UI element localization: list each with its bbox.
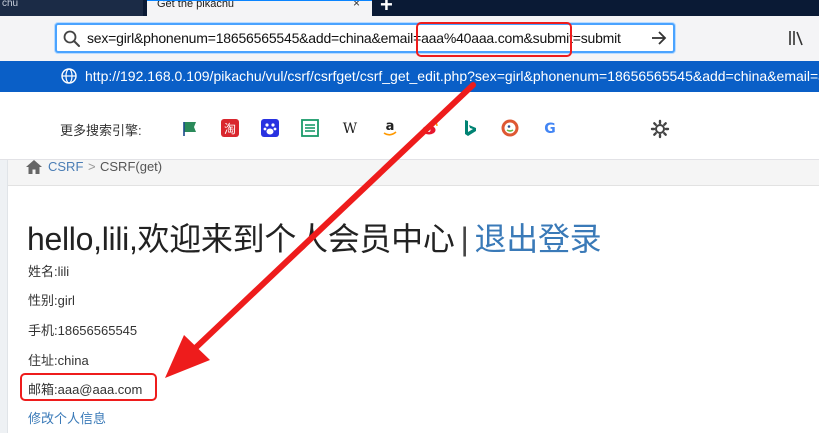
search-engines-label: 更多搜索引擎:	[60, 123, 142, 138]
svg-text:a: a	[386, 119, 395, 134]
new-tab-icon[interactable]: +	[380, 0, 393, 16]
blind-flag-icon[interactable]	[181, 118, 201, 138]
tab-previous[interactable]: chu	[0, 0, 143, 16]
email-highlight-box	[20, 373, 157, 401]
taobao-icon[interactable]: 淘	[220, 118, 240, 138]
home-icon[interactable]	[26, 160, 42, 174]
info-phone: 手机:18656565545	[28, 323, 138, 338]
suggestion-url: http://192.168.0.109/pikachu/vul/csrf/cs…	[85, 68, 819, 84]
info-name: 姓名:lili	[28, 264, 70, 279]
welcome-text: hello,lili,欢迎来到个人会员中心	[27, 221, 455, 257]
page-title: hello,lili,欢迎来到个人会员中心 | 退出登录	[27, 214, 602, 260]
tab-label: Get the pikachu	[157, 0, 235, 10]
wikipedia-icon[interactable]: W	[340, 118, 360, 138]
tab-close-icon[interactable]: ×	[353, 1, 360, 9]
url-suggestion[interactable]: http://192.168.0.109/pikachu/vul/csrf/cs…	[0, 61, 819, 92]
breadcrumb-link[interactable]: CSRF	[48, 159, 83, 174]
address-bar[interactable]: sex=girl&phonenum=18656565545&add=china&…	[55, 23, 675, 53]
svg-text:G: G	[544, 121, 556, 137]
title-divider: |	[460, 221, 469, 257]
google-icon[interactable]: G	[540, 118, 560, 138]
go-arrow-icon[interactable]	[649, 28, 669, 48]
screenshot-root: chu Get the pikachu × + sex=girl&phonenu…	[0, 0, 819, 433]
bing-icon[interactable]	[460, 118, 480, 138]
sidebar-edge	[0, 160, 8, 433]
weibo-icon[interactable]	[420, 118, 440, 138]
breadcrumb: CSRF > CSRF(get)	[8, 159, 819, 186]
svg-text:W: W	[343, 121, 358, 137]
info-sex: 性别:girl	[28, 293, 75, 308]
info-address: 住址:china	[28, 353, 89, 368]
url-highlight-box	[416, 22, 572, 57]
search-icon	[63, 30, 80, 47]
svg-text:淘: 淘	[224, 122, 236, 136]
search-engines-bar: 更多搜索引擎: 淘 W a G	[0, 92, 819, 160]
duckduckgo-icon[interactable]	[500, 118, 520, 138]
library-icon[interactable]	[786, 28, 806, 48]
book-icon[interactable]	[300, 118, 320, 138]
edit-profile-link[interactable]: 修改个人信息	[28, 408, 106, 427]
tab-strip: chu Get the pikachu × +	[0, 0, 819, 16]
gear-icon[interactable]	[650, 119, 670, 139]
logout-link[interactable]: 退出登录	[475, 221, 602, 257]
amazon-icon[interactable]: a	[380, 118, 400, 138]
breadcrumb-current: CSRF(get)	[100, 159, 163, 174]
tab-active[interactable]: Get the pikachu ×	[147, 0, 372, 16]
globe-icon	[61, 68, 77, 84]
breadcrumb-separator: >	[88, 159, 96, 174]
tab-label: chu	[2, 0, 19, 9]
baidu-icon[interactable]	[260, 118, 280, 138]
toolbar: sex=girl&phonenum=18656565545&add=china&…	[0, 16, 819, 61]
